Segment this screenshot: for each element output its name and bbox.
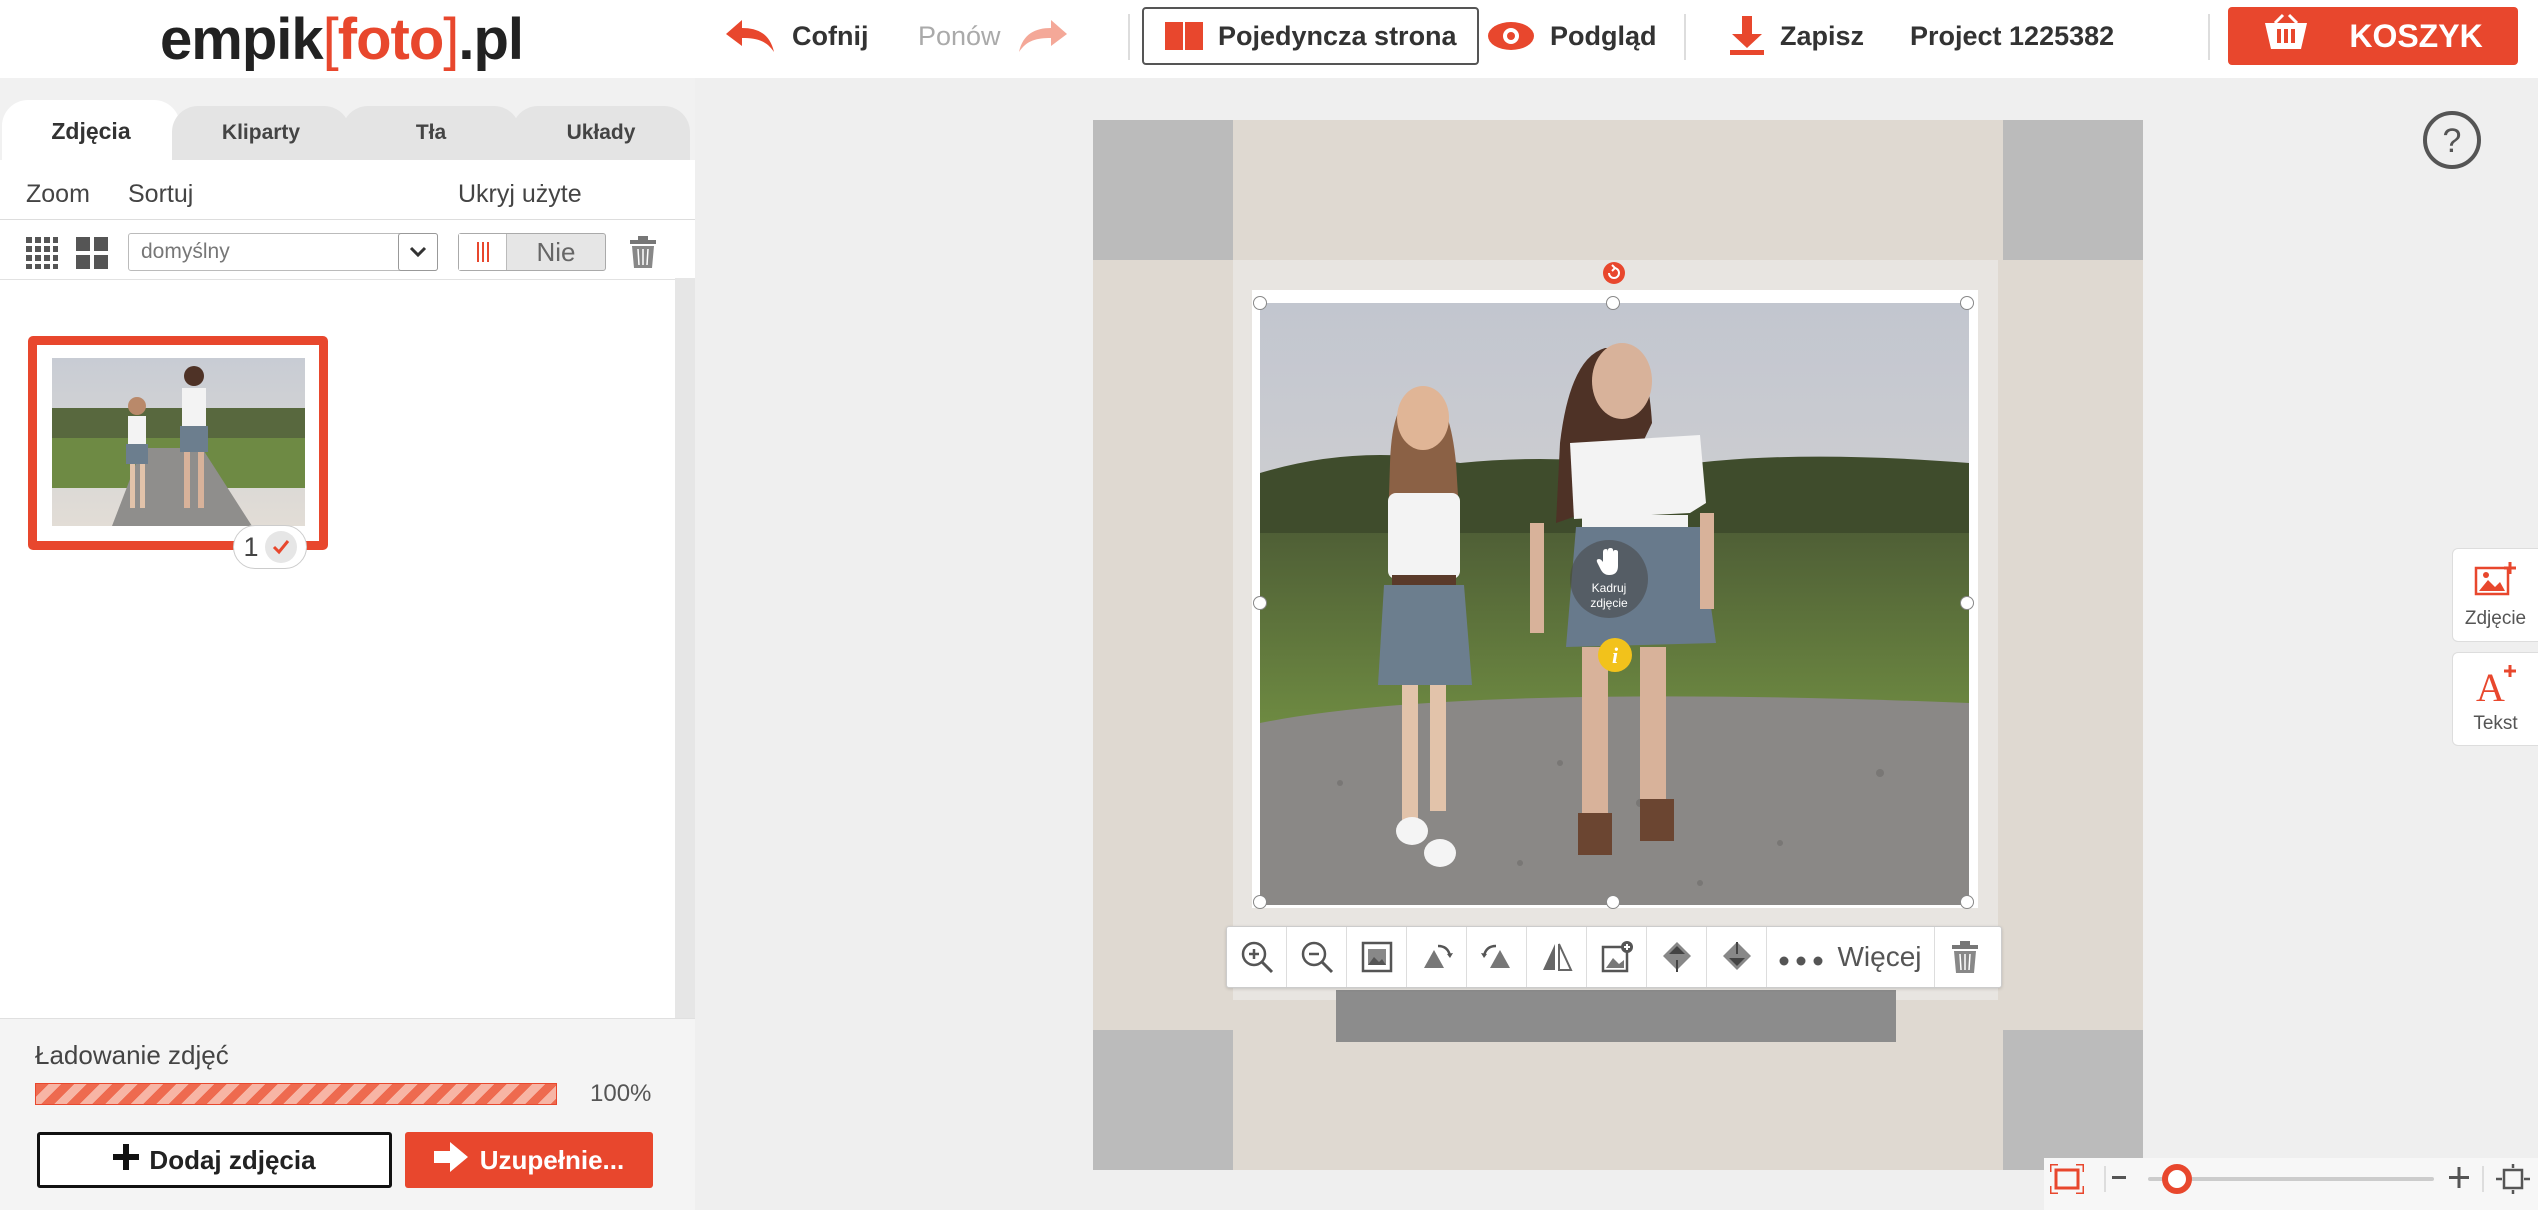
hide-used-toggle[interactable]: Nie [458,233,606,271]
fit-width-icon[interactable] [2496,1164,2530,1199]
zoom-label: Zoom [26,180,90,208]
crop-hint-label: Kadruj zdjęcie [1590,581,1628,610]
info-icon[interactable]: i [1597,637,1633,678]
sidebar-scrollbar[interactable] [675,278,695,1018]
single-page-button[interactable]: Pojedyncza strona [1142,7,1479,65]
sort-select[interactable]: domyślny [128,233,438,271]
rotate-handle-icon[interactable] [1602,261,1626,290]
resize-handle[interactable] [1253,296,1267,310]
divider [2104,1166,2106,1192]
send-backward-icon[interactable] [1707,927,1767,987]
tab-backgrounds[interactable]: Tła [342,106,520,160]
chevron-down-icon[interactable] [398,233,438,271]
autofill-button[interactable]: Uzupełnie... [405,1132,653,1188]
grid-small-icon[interactable] [26,237,58,274]
toggle-handle-icon [459,234,507,270]
bring-forward-icon[interactable] [1647,927,1707,987]
resize-handle[interactable] [1253,596,1267,610]
add-image-icon [2474,560,2518,604]
project-name: Project 1225382 [1910,20,2115,51]
replace-photo-icon[interactable] [1587,927,1647,987]
divider [2208,14,2210,60]
trash-icon[interactable] [628,236,658,273]
page-corner [2003,120,2143,260]
upload-progress-text: 100% [590,1080,652,1107]
page-corner [1093,1030,1233,1170]
zoom-out-icon[interactable] [1287,927,1347,987]
resize-handle[interactable] [1960,296,1974,310]
hand-icon [1596,548,1622,581]
zoom-slider-thumb[interactable] [2161,1164,2192,1194]
photo-toolbar: Więcej [1226,926,2002,988]
photo-thumbnail[interactable] [52,358,305,526]
zoom-in-button[interactable] [2446,1162,2472,1197]
resize-handle[interactable] [1606,895,1620,909]
add-text-button[interactable]: A Tekst [2452,652,2538,746]
flip-icon[interactable] [1527,927,1587,987]
check-icon [264,531,297,563]
upload-title: Ładowanie zdjęć [35,1040,229,1070]
resize-handle[interactable] [1606,296,1620,310]
tab-cliparts[interactable]: Kliparty [172,106,350,160]
page-corner [2003,1030,2143,1170]
preview-button[interactable]: Podgląd [1486,0,1657,72]
resize-handle[interactable] [1960,596,1974,610]
basket-icon [2263,13,2309,59]
more-button[interactable]: Więcej [1767,927,1935,987]
divider [2482,1166,2484,1192]
add-photo-button[interactable]: Zdjęcie [2452,548,2538,642]
page-corner [1093,120,1233,260]
divider [0,219,695,220]
logo[interactable]: empik[foto] .pl [160,0,524,78]
redo-icon [1015,18,1071,54]
usage-badge: 1 [233,525,307,569]
rotate-left-icon[interactable] [1407,927,1467,987]
tab-layouts[interactable]: Układy [512,106,690,160]
add-photos-button[interactable]: Dodaj zdjęcia [37,1132,392,1188]
resize-handle[interactable] [1960,895,1974,909]
trash-icon[interactable] [1935,927,1995,987]
add-text-icon: A [2474,663,2518,710]
zoom-in-icon[interactable] [1227,927,1287,987]
help-icon[interactable]: ? [2422,110,2482,175]
save-button[interactable]: Zapisz [1728,0,1864,72]
hide-used-label: Ukryj użyte [458,180,582,208]
rotate-right-icon[interactable] [1467,927,1527,987]
toggle-value: Nie [536,236,576,267]
grid-large-icon[interactable] [76,237,108,274]
dots-icon [1779,941,1823,973]
arrow-right-icon [433,1141,468,1179]
svg-text:i: i [1612,643,1619,668]
undo-icon [722,18,778,54]
resize-handle[interactable] [1253,895,1267,909]
svg-text:?: ? [2443,122,2462,160]
divider [1128,14,1130,60]
crop-hint[interactable]: Kadruj zdjęcie [1570,540,1648,618]
upload-progress-bar [35,1083,557,1105]
single-page-icon [1164,20,1204,52]
fit-photo-icon[interactable] [1347,927,1407,987]
divider [0,279,675,280]
svg-text:A: A [2476,665,2505,703]
eye-icon [1486,20,1536,52]
divider [1684,14,1686,60]
redo-button[interactable]: Ponów [918,0,1085,72]
undo-button[interactable]: Cofnij [722,0,868,72]
zoom-out-button[interactable] [2110,1160,2130,1199]
fit-to-screen-icon[interactable] [2048,1162,2086,1199]
sort-label: Sortuj [128,180,194,208]
caption-placeholder[interactable] [1336,990,1896,1042]
download-icon [1728,16,1766,56]
plus-icon [113,1143,140,1177]
tab-photos[interactable]: Zdjęcia [2,100,180,162]
cart-button[interactable]: KOSZYK [2228,7,2518,65]
